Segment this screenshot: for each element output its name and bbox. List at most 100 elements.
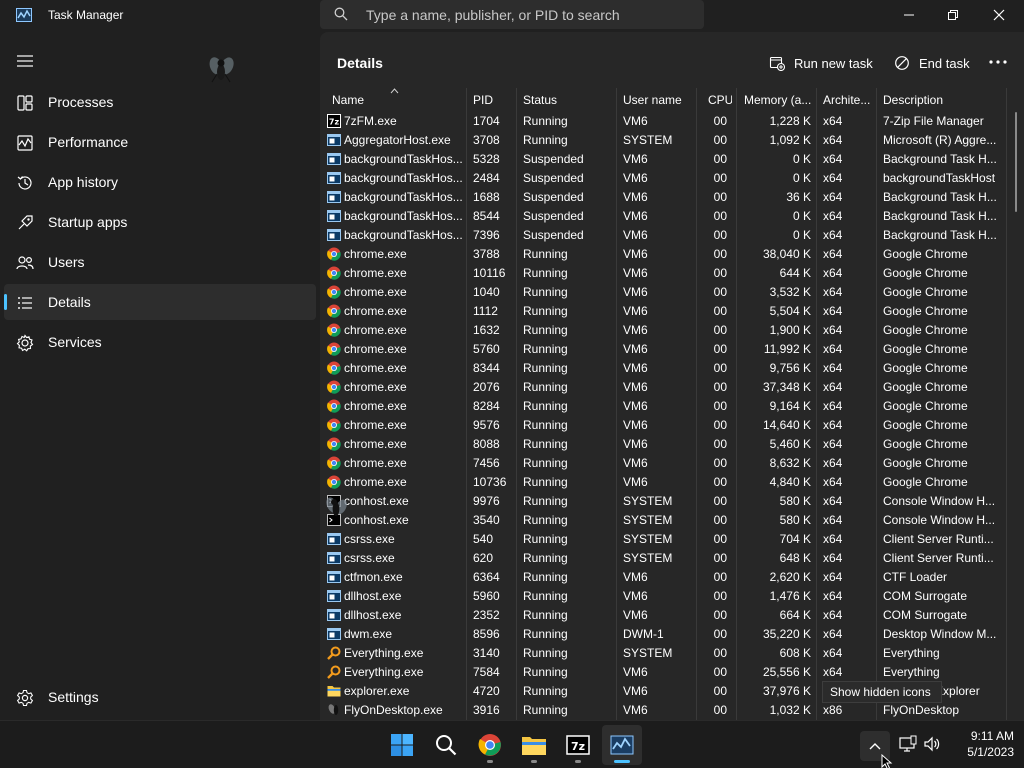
cell-architecture: x64 (823, 209, 843, 223)
column-header-architecture[interactable]: Archite... (823, 88, 878, 112)
cell-cpu: 00 (713, 570, 727, 584)
table-row[interactable]: dllhost.exe 2352 Running VM6 00 664 K x64 COM S… (320, 606, 1024, 625)
table-row[interactable]: chrome.exe 9576 Running VM6 00 14,640 K x64 Goo… (320, 416, 1024, 435)
cell-status: Suspended (523, 228, 584, 242)
table-row[interactable]: AggregatorHost.exe 3708 Running SYSTEM 00 1,0… (320, 131, 1024, 150)
table-row[interactable]: csrss.exe 620 Running SYSTEM 00 648 K x64 Clien… (320, 549, 1024, 568)
table-row[interactable]: backgroundTaskHos... 1688 Suspended VM6 00 36… (320, 188, 1024, 207)
column-header-pid[interactable]: PID (473, 88, 518, 112)
cell-description: Google Chrome (883, 342, 968, 356)
column-header-name[interactable]: Name (332, 88, 462, 112)
sidebar-item-users[interactable]: Users (4, 244, 316, 280)
taskbar-7zip[interactable]: 7z (558, 725, 598, 765)
cell-pid: 9976 (473, 494, 500, 508)
sidebar-item-performance[interactable]: Performance (4, 124, 316, 160)
table-row[interactable]: chrome.exe 10736 Running VM6 00 4,840 K x64 Goo… (320, 473, 1024, 492)
scrollbar-thumb[interactable] (1015, 112, 1017, 212)
cell-memory: 4,840 K (769, 475, 811, 489)
cell-cpu: 00 (713, 627, 727, 641)
table-row[interactable]: chrome.exe 2076 Running VM6 00 37,348 K x64 Goo… (320, 378, 1024, 397)
table-row[interactable]: chrome.exe 1632 Running VM6 00 1,900 K x64 Goog… (320, 321, 1024, 340)
start-button[interactable] (382, 725, 422, 765)
table-row[interactable]: chrome.exe 3788 Running VM6 00 38,040 K x64 Goo… (320, 245, 1024, 264)
run-new-task-button[interactable]: Run new task (769, 52, 873, 74)
table-row[interactable]: chrome.exe 8284 Running VM6 00 9,164 K x64 Goog… (320, 397, 1024, 416)
end-task-button[interactable]: End task (894, 52, 970, 74)
restore-button[interactable] (930, 0, 976, 30)
cell-memory: 25,556 K (762, 665, 811, 679)
cell-status: Suspended (523, 171, 584, 185)
cell-cpu: 00 (713, 665, 727, 679)
column-header-status[interactable]: Status (523, 88, 613, 112)
cell-description: Google Chrome (883, 247, 968, 261)
volume-icon[interactable] (923, 735, 941, 753)
table-row[interactable]: chrome.exe 7456 Running VM6 00 8,632 K x64 Goog… (320, 454, 1024, 473)
cell-user-name: VM6 (623, 304, 648, 318)
cell-user-name: VM6 (623, 266, 648, 280)
table-row[interactable]: csrss.exe 540 Running SYSTEM 00 704 K x64 Clien… (320, 530, 1024, 549)
table-row[interactable]: chrome.exe 8344 Running VM6 00 9,756 K x64 Goog… (320, 359, 1024, 378)
cell-cpu: 00 (713, 494, 727, 508)
table-row[interactable]: backgroundTaskHos... 8544 Suspended VM6 00 0 … (320, 207, 1024, 226)
cell-user-name: VM6 (623, 209, 648, 223)
cell-memory: 5,460 K (769, 437, 811, 451)
cell-description: Google Chrome (883, 323, 968, 337)
cell-memory: 704 K (779, 532, 811, 546)
sidebar-item-processes[interactable]: Processes (4, 84, 316, 120)
cell-description: Console Window H... (883, 494, 996, 508)
cell-description: Background Task H... (883, 228, 997, 242)
system-clock[interactable]: 9:11 AM 5/1/2023 (944, 728, 1014, 760)
column-header-cpu[interactable]: CPU (708, 88, 732, 112)
sidebar-item-services[interactable]: Services (4, 324, 316, 360)
table-row[interactable]: ctfmon.exe 6364 Running VM6 00 2,620 K x64 CTF … (320, 568, 1024, 587)
sidebar-item-settings[interactable]: Settings (4, 679, 316, 715)
file-explorer-icon (522, 737, 546, 755)
table-row[interactable]: chrome.exe 8088 Running VM6 00 5,460 K x64 Goog… (320, 435, 1024, 454)
table-row[interactable]: backgroundTaskHos... 5328 Suspended VM6 00 0 … (320, 150, 1024, 169)
table-row[interactable]: dllhost.exe 5960 Running VM6 00 1,476 K x64 COM… (320, 587, 1024, 606)
chrome-icon (478, 734, 501, 756)
cell-pid: 3708 (473, 133, 500, 147)
column-header-user-name[interactable]: User name (623, 88, 693, 112)
table-row[interactable]: FlyOnDesktop.exe 3916 Running VM6 00 1,032 K x… (320, 701, 1024, 720)
cell-memory: 0 K (792, 152, 811, 166)
cell-pid: 10736 (473, 475, 507, 489)
close-button[interactable] (976, 0, 1022, 30)
table-row[interactable]: chrome.exe 1112 Running VM6 00 5,504 K x64 Goog… (320, 302, 1024, 321)
minimize-button[interactable] (886, 0, 932, 30)
taskbar-task-manager[interactable] (602, 725, 642, 765)
taskbar-chrome[interactable] (470, 725, 510, 765)
table-row[interactable]: conhost.exe 3540 Running SYSTEM 00 580 K x64 Co… (320, 511, 1024, 530)
more-options-icon[interactable] (988, 54, 1008, 70)
search-box[interactable] (320, 0, 704, 29)
table-row[interactable]: 7z 7zFM.exe 1704 Running VM6 00 1,228 K x64 7-Zi… (320, 112, 1024, 131)
column-header-memory[interactable]: Memory (a... (744, 88, 814, 112)
cell-pid: 1688 (473, 190, 500, 204)
taskbar-search-button[interactable] (426, 725, 466, 765)
table-row[interactable]: chrome.exe 5760 Running VM6 00 11,992 K x64 Goo… (320, 340, 1024, 359)
cell-description: Microsoft (R) Aggre... (883, 133, 997, 147)
table-row[interactable]: chrome.exe 10116 Running VM6 00 644 K x64 Googl… (320, 264, 1024, 283)
sidebar-item-startup-apps[interactable]: Startup apps (4, 204, 316, 240)
users-icon (16, 256, 34, 270)
taskbar-file-explorer[interactable] (514, 725, 554, 765)
cell-status: Running (523, 684, 568, 698)
column-header-description[interactable]: Description (883, 88, 1003, 112)
cell-name: chrome.exe (344, 247, 407, 261)
table-row[interactable]: conhost.exe 9976 Running SYSTEM 00 580 K x64 Co… (320, 492, 1024, 511)
table-row[interactable]: chrome.exe 1040 Running VM6 00 3,532 K x64 Goog… (320, 283, 1024, 302)
vertical-scrollbar[interactable] (1014, 112, 1020, 252)
table-row[interactable]: dwm.exe 8596 Running DWM-1 00 35,220 K x64 Desk… (320, 625, 1024, 644)
table-row[interactable]: backgroundTaskHos... 7396 Suspended VM6 00 0 … (320, 226, 1024, 245)
table-row[interactable]: Everything.exe 7584 Running VM6 00 25,556 K x6… (320, 663, 1024, 682)
network-icon[interactable] (899, 735, 917, 753)
cell-status: Running (523, 133, 568, 147)
hamburger-menu-icon[interactable] (16, 54, 34, 68)
explorer-process-icon (327, 686, 341, 697)
sidebar-item-details[interactable]: Details (4, 284, 316, 320)
table-row[interactable]: Everything.exe 3140 Running SYSTEM 00 608 K x6… (320, 644, 1024, 663)
sidebar-item-app-history[interactable]: App history (4, 164, 316, 200)
running-indicator (575, 760, 581, 763)
search-input[interactable] (366, 0, 696, 29)
table-row[interactable]: backgroundTaskHos... 2484 Suspended VM6 00 0 … (320, 169, 1024, 188)
